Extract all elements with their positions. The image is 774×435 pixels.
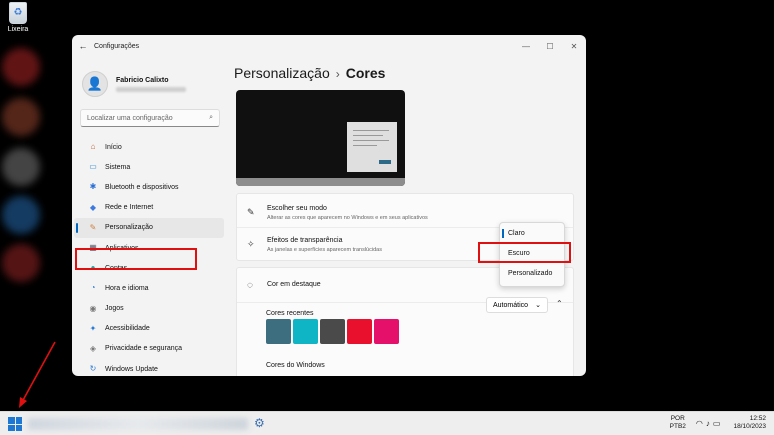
- red-arrow-annotation: [19, 341, 56, 408]
- language-indicator[interactable]: POR PTB2: [670, 415, 686, 431]
- clock-time: 12:52: [749, 415, 766, 422]
- taskbar: ⚙ POR PTB2 ◠♪▭ 12:52 18/10/2023: [0, 411, 774, 435]
- network-volume-battery-icons[interactable]: ◠♪▭: [696, 419, 724, 428]
- keyboard-layout: PTB2: [669, 423, 686, 430]
- windows-start-icon[interactable]: [8, 417, 22, 431]
- blurred-taskbar-apps: [28, 418, 248, 430]
- language-code: POR: [670, 415, 685, 422]
- settings-gear-icon[interactable]: ⚙: [254, 416, 265, 430]
- clock-date: 18/10/2023: [733, 423, 766, 430]
- clock[interactable]: 12:52 18/10/2023: [733, 415, 766, 431]
- system-tray: POR PTB2 ◠♪▭ 12:52 18/10/2023: [670, 415, 766, 431]
